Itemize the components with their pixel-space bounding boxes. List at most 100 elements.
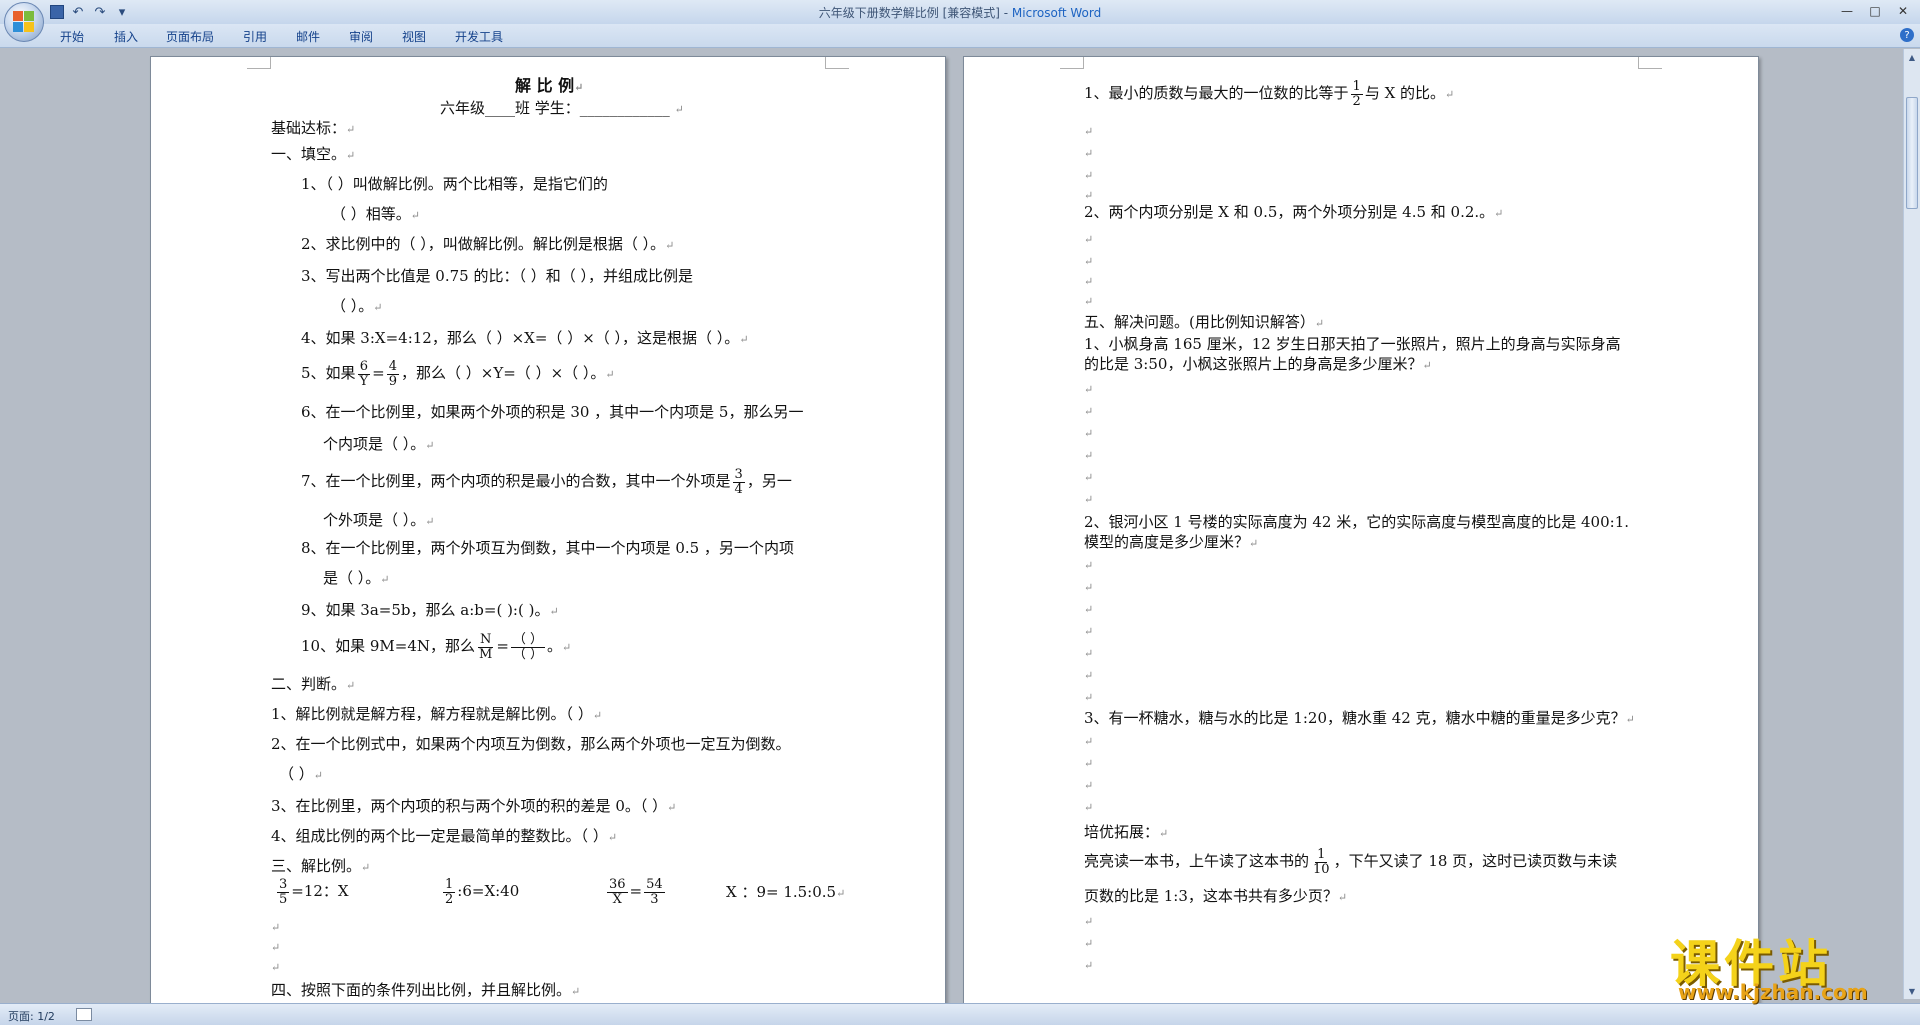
paragraph-mark: ↵ [1084, 169, 1094, 182]
paragraph-mark: ↵ [1084, 757, 1094, 770]
fraction: 1 10 [1313, 846, 1330, 877]
vertical-scrollbar[interactable]: ▲ ▼ [1903, 49, 1920, 999]
question-8-line-2: 是（ ）。↵ [323, 569, 390, 587]
document-page-1: 解 比 例↵ 六年级____班 学生：____________ ↵ 基础达标：↵… [150, 56, 946, 1006]
extension-line-1: 亮亮读一本书，上午读了这本书的 1 10 ，下午又读了 18 页，这时已读页数与未读 [1084, 846, 1618, 877]
window-controls: — □ ✕ [1834, 2, 1916, 20]
paragraph-mark: ↵ [1084, 603, 1094, 616]
help-icon[interactable]: ? [1900, 28, 1914, 42]
paragraph-mark: ↵ [1084, 427, 1094, 440]
section-5-heading: 五、解决问题。(用比例知识解答）↵ [1084, 313, 1325, 331]
paragraph-mark: ↵ [271, 921, 281, 934]
question-1-line-2: （ ）相等。↵ [331, 205, 420, 223]
minimize-button[interactable]: — [1834, 2, 1860, 20]
tab-references[interactable]: 引用 [243, 28, 267, 45]
office-button[interactable] [4, 2, 44, 42]
question-3-line-1: 3、写出两个比值是 0.75 的比：（ ）和（ ），并组成比例是 [301, 267, 694, 285]
document-title-text: 解 比 例↵ [515, 76, 584, 95]
margin-corner-mark [1638, 57, 1662, 69]
paragraph-mark: ↵ [1084, 801, 1094, 814]
paragraph-mark: ↵ [1084, 779, 1094, 792]
maximize-button[interactable]: □ [1862, 2, 1888, 20]
extension-heading: 培优拓展：↵ [1084, 823, 1169, 841]
equation-2: 1 2:6=X:40 [443, 876, 520, 907]
scroll-thumb[interactable] [1906, 97, 1918, 209]
fraction: 35 [277, 876, 290, 907]
ribbon-tabs: 开始 插入 页面布局 引用 邮件 审阅 视图 开发工具 [0, 24, 1920, 48]
fraction: NM [477, 631, 494, 662]
watermark-url: www.kjzhan.com [1678, 980, 1868, 1004]
paragraph-mark: ↵ [1084, 125, 1094, 138]
document-page-2: 1、最小的质数与最大的一位数的比等于 1 2 与 X 的比。↵ ↵ ↵ ↵ ↵ 2、两… [963, 56, 1759, 1006]
tab-review[interactable]: 审阅 [349, 28, 373, 45]
document-title: 六年级下册数学解比例 [兼容模式] - [818, 6, 1012, 20]
judgement-1: 1、解比例就是解方程，解方程就是解比例。（ ）↵ [271, 705, 603, 723]
judgement-2-line-1: 2、在一个比例式中，如果两个内项互为倒数，那么两个外项也一定互为倒数。 [271, 735, 791, 753]
scroll-down-icon[interactable]: ▼ [1906, 985, 1918, 997]
judgement-4: 4、组成比例的两个比一定是最简单的整数比。（ ）↵ [271, 827, 618, 845]
title-bar: ↶ ↷ ▾ 六年级下册数学解比例 [兼容模式] - Microsoft Word… [0, 0, 1920, 24]
problem-3: 3、有一杯糖水，糖与水的比是 1:20，糖水重 42 克，糖水中糖的重量是多少克… [1084, 709, 1635, 727]
fraction: （ ）（ ） [510, 631, 546, 662]
tab-view[interactable]: 视图 [402, 28, 426, 45]
paragraph-mark: ↵ [1084, 471, 1094, 484]
app-name: Microsoft Word [1011, 6, 1102, 20]
paragraph-mark: ↵ [1084, 295, 1094, 308]
paragraph-mark: ↵ [1084, 669, 1094, 682]
question-6-line-2: 个内项是（ ）。↵ [323, 435, 435, 453]
fraction: 34 [732, 466, 745, 497]
problem-2-line-1: 2、银河小区 1 号楼的实际高度为 42 米，它的实际高度与模型高度的比是 40… [1084, 513, 1630, 531]
question-8-line-1: 8、在一个比例里，两个外项互为倒数，其中一个内项是 0.5 ，另一个内项 [301, 539, 794, 557]
paragraph-mark: ↵ [1084, 959, 1094, 972]
question-5: 5、如果 6 Y = 4 9 ，那么（ ）×Y=（ ）×（ ）。↵ [301, 358, 615, 389]
question-3-line-2: （ ）。↵ [331, 297, 383, 315]
extension-line-2: 页数的比是 1:3，这本书共有多少页？↵ [1084, 887, 1348, 905]
paragraph-mark: ↵ [1084, 275, 1094, 288]
tab-page-layout[interactable]: 页面布局 [166, 28, 214, 45]
tab-mailings[interactable]: 邮件 [296, 28, 320, 45]
paragraph-mark: ↵ [1084, 383, 1094, 396]
problem-2-line-2: 模型的高度是多少厘米？↵ [1084, 533, 1259, 551]
judgement-2-line-2: （ ）↵ [279, 765, 323, 783]
question-4: 4、如果 3:X=4:12，那么（ ）×X=（ ）×（ ），这是根据（ ）。↵ [301, 329, 749, 347]
tab-insert[interactable]: 插入 [114, 28, 138, 45]
question-7-line-2: 个外项是（ ）。↵ [323, 511, 435, 529]
fraction: 12 [443, 876, 456, 907]
equation-1: 3 5 =12：X [277, 876, 349, 907]
fraction: 36 X [607, 876, 628, 907]
status-bar: 页面: 1/2 [0, 1003, 1920, 1025]
question-2: 2、求比例中的（ ），叫做解比例。解比例是根据（ ）。↵ [301, 235, 675, 253]
office-logo-icon [13, 11, 35, 33]
equation-4: X ：9= 1.5:0.5↵ [726, 883, 846, 901]
paragraph-mark: ↵ [1084, 625, 1094, 638]
question-9: 9、如果 3a=5b，那么 a:b=( ):( )。↵ [301, 601, 559, 619]
judgement-3: 3、在比例里，两个内项的积与两个外项的积的差是 0。（ ）↵ [271, 797, 677, 815]
paragraph-mark: ↵ [1084, 581, 1094, 594]
close-button[interactable]: ✕ [1890, 2, 1916, 20]
page-count[interactable]: 页面: 1/2 [8, 1008, 55, 1024]
paragraph-mark: ↵ [1084, 233, 1094, 246]
equation-3: 36 X = 54 3 [607, 876, 665, 907]
paragraph-mark: ↵ [1084, 189, 1094, 202]
margin-corner-mark [1060, 57, 1084, 69]
scroll-up-icon[interactable]: ▲ [1906, 51, 1918, 63]
tab-home[interactable]: 开始 [60, 28, 84, 45]
question-1-line-1: 1、（ ）叫做解比例。两个比相等，是指它们的 [301, 175, 608, 193]
watermark-logo: 课件站 www.kjzhan.com [1670, 924, 1868, 1004]
paragraph-mark: ↵ [1084, 915, 1094, 928]
paragraph-mark: ↵ [1084, 147, 1094, 160]
question-10: 10、如果 9M=4N，那么 N M = （ ）（ ）。↵ [301, 631, 572, 662]
fraction: 6Y [357, 358, 370, 389]
section-1-heading: 一、填空。↵ [271, 145, 356, 163]
paragraph-mark: ↵ [271, 941, 281, 954]
proofing-icon[interactable] [76, 1008, 92, 1021]
paragraph-mark: ↵ [1084, 449, 1094, 462]
fraction: 12 [1350, 78, 1363, 109]
problem-1-line-2: 的比是 3:50，小枫这张照片上的身高是多少厘米？↵ [1084, 355, 1432, 373]
margin-corner-mark [825, 57, 849, 69]
paragraph-mark: ↵ [1084, 937, 1094, 950]
paragraph-mark: ↵ [1084, 493, 1094, 506]
section-2-heading: 二、判断。↵ [271, 675, 356, 693]
tab-developer[interactable]: 开发工具 [455, 28, 503, 45]
margin-corner-mark [247, 57, 271, 69]
